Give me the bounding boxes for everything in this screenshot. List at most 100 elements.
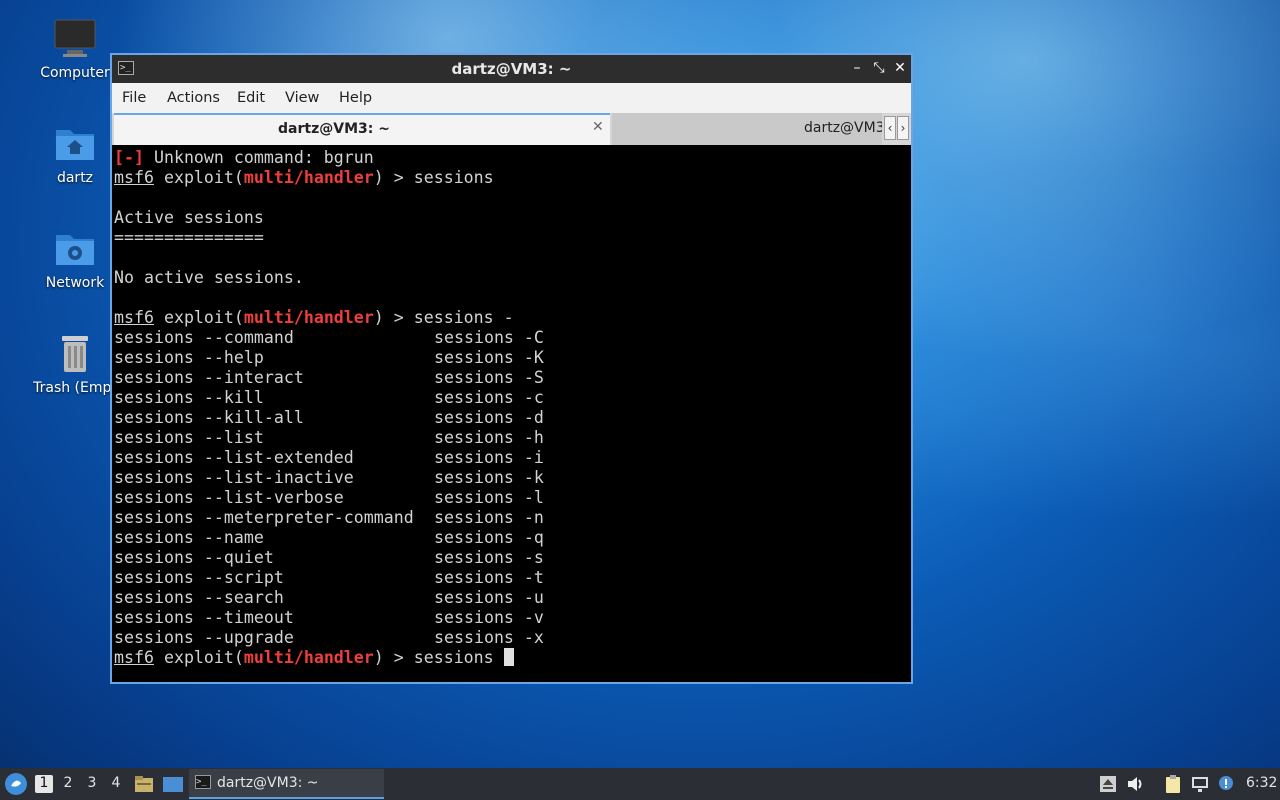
menu-help[interactable]: Help [339, 90, 372, 106]
completion-short-option: sessions -K [434, 348, 544, 367]
completion-row: sessions --timeout sessions -v [114, 608, 909, 628]
completion-row: sessions --list sessions -h [114, 428, 909, 448]
completion-short-option: sessions -d [434, 408, 544, 427]
completion-long-option: sessions --list-verbose [114, 488, 344, 507]
menu-edit[interactable]: Edit [237, 90, 265, 106]
clock[interactable]: 6:32 [1246, 775, 1277, 791]
completion-short-option: sessions -S [434, 368, 544, 387]
completion-long-option: sessions --kill [114, 388, 264, 407]
completion-long-option: sessions --help [114, 348, 264, 367]
tab-label: dartz@VM3: ~ [278, 121, 390, 137]
completion-list: sessions --command sessions -C sessions --… [114, 328, 909, 648]
completion-short-option: sessions -s [434, 548, 544, 567]
terminal-icon: >_ [195, 775, 211, 789]
volume-icon[interactable] [1126, 774, 1146, 794]
minimize-button[interactable]: – [848, 59, 866, 77]
close-button[interactable]: ✕ [891, 59, 909, 77]
completion-long-option: sessions --timeout [114, 608, 294, 627]
workspace-4[interactable]: 4 [107, 775, 125, 793]
completion-long-option: sessions --interact [114, 368, 304, 387]
completion-row: sessions --help sessions -K [114, 348, 909, 368]
tab-label: dartz@VM3 [804, 120, 882, 136]
window-title: dartz@VM3: ~ [451, 60, 572, 78]
completion-long-option: sessions --search [114, 588, 284, 607]
completion-short-option: sessions -k [434, 468, 544, 487]
eject-icon[interactable] [1098, 774, 1118, 794]
workspace-2[interactable]: 2 [59, 775, 77, 793]
menu-actions[interactable]: Actions [167, 90, 220, 106]
completion-short-option: sessions -t [434, 568, 544, 587]
completion-long-option: sessions --script [114, 568, 284, 587]
completion-long-option: sessions --list-inactive [114, 468, 354, 487]
notification-icon[interactable] [1216, 774, 1236, 794]
completion-row: sessions --upgrade sessions -x [114, 628, 909, 648]
tab-scroll-left-icon[interactable]: ‹ [884, 116, 896, 140]
completion-short-option: sessions -C [434, 328, 544, 347]
completion-row: sessions --list-inactive sessions -k [114, 468, 909, 488]
menu-view[interactable]: View [285, 90, 319, 106]
completion-row: sessions --list-verbose sessions -l [114, 488, 909, 508]
completion-short-option: sessions -x [434, 628, 544, 647]
completion-row: sessions --name sessions -q [114, 528, 909, 548]
completion-short-option: sessions -i [434, 448, 544, 467]
completion-row: sessions --command sessions -C [114, 328, 909, 348]
terminal-line: [-] Unknown command: bgrun [114, 148, 374, 167]
terminal-line: =============== [114, 228, 264, 247]
maximize-button[interactable]: ⤡ [870, 59, 888, 77]
completion-long-option: sessions --kill-all [114, 408, 304, 427]
completion-row: sessions --quiet sessions -s [114, 548, 909, 568]
completion-long-option: sessions --command [114, 328, 294, 347]
completion-short-option: sessions -v [434, 608, 544, 627]
terminal-line: No active sessions. [114, 268, 304, 287]
completion-row: sessions --search sessions -u [114, 588, 909, 608]
completion-row: sessions --meterpreter-command sessions -… [114, 508, 909, 528]
terminal-prompt-line: msf6 exploit(multi/handler) > sessions - [114, 308, 514, 327]
completion-long-option: sessions --quiet [114, 548, 274, 567]
completion-short-option: sessions -h [434, 428, 544, 447]
tab-active[interactable]: dartz@VM3: ~ ✕ [114, 113, 610, 145]
completion-short-option: sessions -u [434, 588, 544, 607]
completion-long-option: sessions --meterpreter-command [114, 508, 414, 527]
tab-inactive[interactable]: dartz@VM3 [612, 113, 882, 145]
text-cursor [503, 648, 514, 666]
completion-row: sessions --kill-all sessions -d [114, 408, 909, 428]
tab-close-icon[interactable]: ✕ [592, 119, 604, 135]
terminal-output[interactable]: [-] Unknown command: bgrun msf6 exploit(… [114, 148, 909, 680]
network-icon[interactable] [1190, 774, 1210, 794]
completion-long-option: sessions --list-extended [114, 448, 354, 467]
monitor-icon [53, 17, 97, 61]
workspace-1[interactable]: 1 [35, 775, 53, 793]
trash-icon [53, 332, 97, 376]
clipboard-icon[interactable] [1163, 774, 1183, 794]
completion-short-option: sessions -q [434, 528, 544, 547]
task-label: dartz@VM3: ~ [217, 775, 319, 791]
menu-bar: File Actions Edit View Help [112, 83, 911, 113]
completion-row: sessions --script sessions -t [114, 568, 909, 588]
menu-file[interactable]: File [122, 90, 146, 106]
completion-row: sessions --kill sessions -c [114, 388, 909, 408]
completion-short-option: sessions -c [434, 388, 544, 407]
show-desktop-icon[interactable] [162, 774, 183, 794]
completion-long-option: sessions --list [114, 428, 264, 447]
terminal-window: >_ dartz@VM3: ~ – ⤡ ✕ File Actions Edit … [110, 53, 913, 684]
completion-long-option: sessions --name [114, 528, 264, 547]
workspace-3[interactable]: 3 [83, 775, 101, 793]
taskbar: 1 2 3 4 >_ dartz@VM3: ~ 6:32 [0, 768, 1280, 800]
file-manager-icon[interactable] [134, 774, 154, 794]
completion-short-option: sessions -n [434, 508, 544, 527]
task-terminal[interactable]: >_ dartz@VM3: ~ [189, 769, 384, 799]
tab-bar: dartz@VM3: ~ ✕ dartz@VM3 ‹ › [112, 113, 911, 145]
terminal-line: Active sessions [114, 208, 264, 227]
terminal-prompt-line: msf6 exploit(multi/handler) > sessions [114, 168, 494, 187]
app-menu-icon[interactable] [5, 773, 27, 795]
completion-short-option: sessions -l [434, 488, 544, 507]
tab-scroll-right-icon[interactable]: › [897, 116, 909, 140]
window-titlebar[interactable]: >_ dartz@VM3: ~ – ⤡ ✕ [112, 55, 911, 83]
terminal-prompt-line: msf6 exploit(multi/handler) > sessions [114, 648, 909, 668]
completion-long-option: sessions --upgrade [114, 628, 294, 647]
completion-row: sessions --interact sessions -S [114, 368, 909, 388]
completion-row: sessions --list-extended sessions -i [114, 448, 909, 468]
